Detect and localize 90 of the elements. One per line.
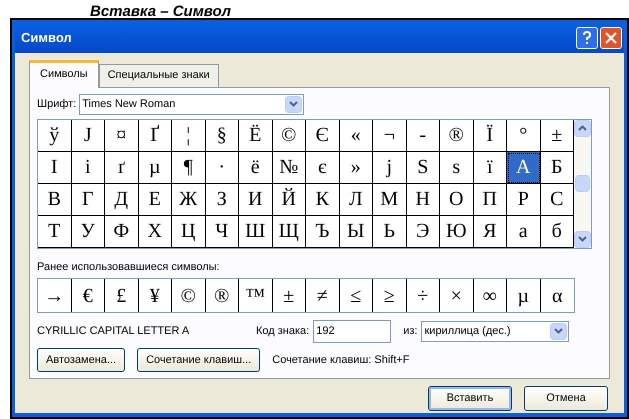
- font-dropdown[interactable]: Times New Roman: [79, 94, 304, 114]
- scroll-up-icon[interactable]: [574, 120, 591, 136]
- symbol-cell[interactable]: µ: [138, 152, 172, 184]
- symbol-cell[interactable]: »: [340, 152, 373, 184]
- symbol-cell[interactable]: Д: [105, 184, 138, 216]
- symbol-cell[interactable]: ®: [440, 120, 474, 152]
- scroll-thumb[interactable]: [575, 175, 590, 192]
- symbol-cell[interactable]: ѕ: [440, 152, 474, 184]
- symbol-cell[interactable]: -: [406, 120, 440, 152]
- symbol-cell[interactable]: ¦: [172, 120, 206, 152]
- symbol-cell[interactable]: Б: [540, 152, 574, 184]
- symbol-cell[interactable]: А: [507, 152, 540, 184]
- symbol-cell[interactable]: Ы: [340, 216, 373, 248]
- symbol-cell[interactable]: З: [206, 184, 239, 216]
- symbol-cell[interactable]: Ј: [72, 120, 105, 152]
- symbol-cell[interactable]: Ї: [474, 120, 507, 152]
- symbol-cell[interactable]: ©: [272, 120, 306, 152]
- symbol-cell[interactable]: У: [72, 216, 105, 248]
- symbol-cell[interactable]: Ґ: [138, 120, 172, 152]
- symbol-cell[interactable]: ¤: [105, 120, 138, 152]
- symbol-cell[interactable]: Х: [138, 216, 172, 248]
- symbol-cell[interactable]: Ё: [239, 120, 272, 152]
- symbol-cell[interactable]: М: [373, 184, 406, 216]
- symbol-cell[interactable]: ¶: [172, 152, 206, 184]
- symbol-cell[interactable]: Ж: [172, 184, 206, 216]
- font-label: Шрифт:: [37, 96, 76, 112]
- symbol-cell[interactable]: Ф: [105, 216, 138, 248]
- symbol-cell[interactable]: С: [540, 184, 574, 216]
- symbol-cell[interactable]: є: [306, 152, 340, 184]
- symbol-cell[interactable]: °: [507, 120, 540, 152]
- symbol-cell[interactable]: «: [340, 120, 373, 152]
- symbol-cell[interactable]: а: [507, 216, 540, 248]
- symbol-cell[interactable]: Щ: [272, 216, 306, 248]
- page-heading: Вставка – Символ: [90, 3, 231, 20]
- recent-label: Ранее использовавшиеся символы:: [37, 260, 221, 274]
- symbol-cell[interactable]: Г: [72, 184, 105, 216]
- char-code-field[interactable]: 192: [313, 320, 392, 342]
- tab[interactable]: Символы: [29, 60, 99, 88]
- dialog-button[interactable]: Вставить: [428, 386, 512, 410]
- symbol-cell[interactable]: Є: [306, 120, 340, 152]
- question-mark-icon: [582, 31, 592, 45]
- char-code-label: Код знака:: [256, 324, 310, 339]
- scroll-down-icon[interactable]: [574, 230, 591, 248]
- symbol-cell[interactable]: В: [38, 184, 72, 216]
- symbol-cell[interactable]: ў: [38, 120, 72, 152]
- symbol-cell[interactable]: ї: [474, 152, 507, 184]
- symbol-cell[interactable]: ј: [373, 152, 406, 184]
- symbol-cell[interactable]: Ю: [440, 216, 474, 248]
- symbol-cell[interactable]: Е: [138, 184, 172, 216]
- symbol-cell[interactable]: ё: [239, 152, 272, 184]
- symbol-cell[interactable]: Ц: [172, 216, 206, 248]
- symbol-cell[interactable]: ·: [206, 152, 239, 184]
- symbol-cell[interactable]: §: [206, 120, 239, 152]
- symbol-cell[interactable]: б: [540, 216, 574, 248]
- symbol-cell[interactable]: Я: [474, 216, 507, 248]
- symbol-cell[interactable]: Э: [406, 216, 440, 248]
- symbol-cell[interactable]: ±: [540, 120, 574, 152]
- symbol-cell[interactable]: Й: [272, 184, 306, 216]
- symbol-cell[interactable]: №: [272, 152, 306, 184]
- symbol-cell[interactable]: О: [440, 184, 474, 216]
- symbol-cell[interactable]: К: [306, 184, 340, 216]
- symbol-cell[interactable]: ґ: [105, 152, 138, 184]
- scrollbar[interactable]: [574, 120, 591, 248]
- symbol-cell[interactable]: Ч: [206, 216, 239, 248]
- symbol-cell[interactable]: Л: [340, 184, 373, 216]
- symbol-cell[interactable]: І: [38, 152, 72, 184]
- symbol-cell[interactable]: ¬: [373, 120, 406, 152]
- symbol-cell[interactable]: И: [239, 184, 272, 216]
- symbol-cell[interactable]: Ъ: [306, 216, 340, 248]
- help-button[interactable]: [576, 27, 598, 49]
- close-button[interactable]: [600, 27, 622, 49]
- symbol-cell[interactable]: Н: [406, 184, 440, 216]
- symbol-cell[interactable]: Ѕ: [406, 152, 440, 184]
- from-label: из:: [403, 324, 418, 339]
- window-title: Символ: [21, 29, 72, 48]
- symbol-cell[interactable]: Т: [38, 216, 72, 248]
- dialog-button[interactable]: Автозамена...: [37, 348, 126, 372]
- close-icon: [605, 32, 617, 44]
- character-name: CYRILLIC CAPITAL LETTER A: [37, 324, 190, 339]
- recent-symbol[interactable]: α: [540, 279, 574, 312]
- symbol-cell[interactable]: Ь: [373, 216, 406, 248]
- dialog-button[interactable]: Отмена: [524, 386, 608, 410]
- shortcut-text: Сочетание клавиш: Shift+F: [272, 352, 410, 368]
- symbol-cell[interactable]: і: [72, 152, 105, 184]
- dialog-button[interactable]: Сочетание клавиш...: [137, 348, 260, 372]
- symbol-cell[interactable]: П: [474, 184, 507, 216]
- symbol-cell[interactable]: Р: [507, 184, 540, 216]
- symbol-cell[interactable]: Ш: [239, 216, 272, 248]
- from-dropdown[interactable]: кириллица (дес.): [421, 320, 570, 342]
- tab[interactable]: Специальные знаки: [98, 64, 219, 86]
